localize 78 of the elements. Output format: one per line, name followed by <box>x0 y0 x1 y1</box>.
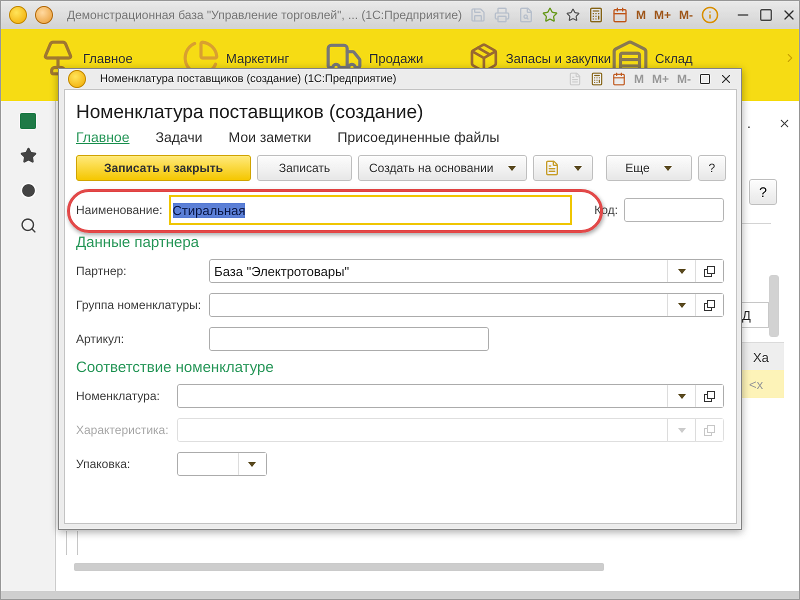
info-icon[interactable] <box>701 6 720 24</box>
field-value: Стиральная <box>172 202 246 218</box>
maximize-icon[interactable] <box>699 73 711 85</box>
tab[interactable]: Мои заметки <box>228 129 312 145</box>
tab[interactable]: Главное <box>76 129 130 145</box>
input-field[interactable] <box>176 384 724 408</box>
caret-icon <box>574 166 582 170</box>
search-icon[interactable] <box>20 217 36 234</box>
document-icon <box>544 160 560 176</box>
vertical-scrollbar[interactable] <box>769 275 779 337</box>
section-link[interactable]: Склад <box>655 52 693 66</box>
field-label: Характеристика: <box>76 423 169 437</box>
caret-icon <box>248 462 256 466</box>
save-close-button[interactable]: Записать и закрыть <box>76 155 251 181</box>
open-window-icon <box>704 300 715 310</box>
caret-icon <box>664 166 672 170</box>
section-link[interactable]: Маркетинг <box>226 52 290 66</box>
tab[interactable]: Присоединенные файлы <box>337 129 500 145</box>
input-field[interactable] <box>176 452 267 476</box>
section-link[interactable]: Продажи <box>369 52 424 66</box>
memory-button[interactable]: M- <box>679 8 694 22</box>
close-icon[interactable] <box>719 72 733 86</box>
caret-icon <box>508 166 516 170</box>
group-title: Данные партнера <box>76 234 200 251</box>
field-value: База "Электротовары" <box>213 264 350 278</box>
app-logo <box>68 70 86 88</box>
memory-button[interactable]: M <box>636 8 646 22</box>
input-field[interactable] <box>209 327 490 351</box>
section-link[interactable]: Запасы и закупки <box>506 52 611 66</box>
calculator-icon[interactable] <box>588 7 604 23</box>
field-label: Номенклатура: <box>76 389 161 403</box>
menu-button[interactable]: Создать на основании <box>358 155 526 181</box>
menu-button[interactable]: Еще <box>606 155 692 181</box>
open-button[interactable] <box>695 260 723 282</box>
caret-icon <box>678 394 686 398</box>
help-button[interactable]: ? <box>749 179 777 205</box>
main-menu-icon[interactable] <box>35 6 53 24</box>
dialog-title: Номенклатура поставщиков (создание) (1С:Предприятие) <box>100 73 396 85</box>
open-window-icon <box>704 266 715 276</box>
field-label: Группа номенклатуры: <box>76 298 202 312</box>
report-menu-button[interactable] <box>532 155 592 181</box>
caret-icon <box>678 428 686 432</box>
form-heading: Номенклатура поставщиков (создание) <box>76 102 424 124</box>
help-button[interactable]: ? <box>698 155 726 181</box>
calculator-icon[interactable] <box>590 72 604 86</box>
column-header[interactable]: Ха <box>739 342 784 370</box>
field-label: Партнер: <box>76 264 128 278</box>
input-field[interactable]: База "Электротовары" <box>209 259 724 283</box>
open-button[interactable] <box>695 385 723 407</box>
section-link[interactable]: Главное <box>83 52 133 66</box>
horizontal-scrollbar[interactable] <box>74 563 604 571</box>
app-logo[interactable] <box>9 6 27 24</box>
field-label: Наименование: <box>76 203 163 217</box>
star-icon[interactable] <box>20 147 36 164</box>
caret-icon <box>678 302 686 308</box>
calendar-icon[interactable] <box>612 72 626 86</box>
favorites-icon[interactable] <box>542 7 558 23</box>
open-button[interactable] <box>695 294 723 316</box>
open-window-icon <box>704 390 715 402</box>
name-field[interactable]: Стиральная <box>168 195 572 225</box>
table-edge <box>66 531 78 555</box>
close-icon[interactable] <box>778 116 791 130</box>
maximize-icon[interactable] <box>759 8 774 22</box>
field-label: Артикул: <box>76 332 126 346</box>
save-button[interactable]: Записать <box>257 155 352 181</box>
input-field[interactable] <box>209 293 724 317</box>
star-icon[interactable] <box>566 8 580 22</box>
code-field[interactable] <box>624 198 724 222</box>
form-title: . <box>747 115 751 131</box>
dropdown-button[interactable] <box>238 453 266 475</box>
group-title: Соответствие номенклатуре <box>76 359 275 376</box>
calendar-icon[interactable] <box>612 7 628 23</box>
memory-button[interactable]: M+ <box>654 8 672 22</box>
tab[interactable]: Задачи <box>156 129 203 145</box>
window-title: Демонстрационная база "Управление торговлей", ... (1С:Предприятие) <box>67 8 462 22</box>
open-window-icon <box>704 424 715 436</box>
caret-icon <box>678 268 686 274</box>
field-label: Упаковка: <box>76 457 132 471</box>
